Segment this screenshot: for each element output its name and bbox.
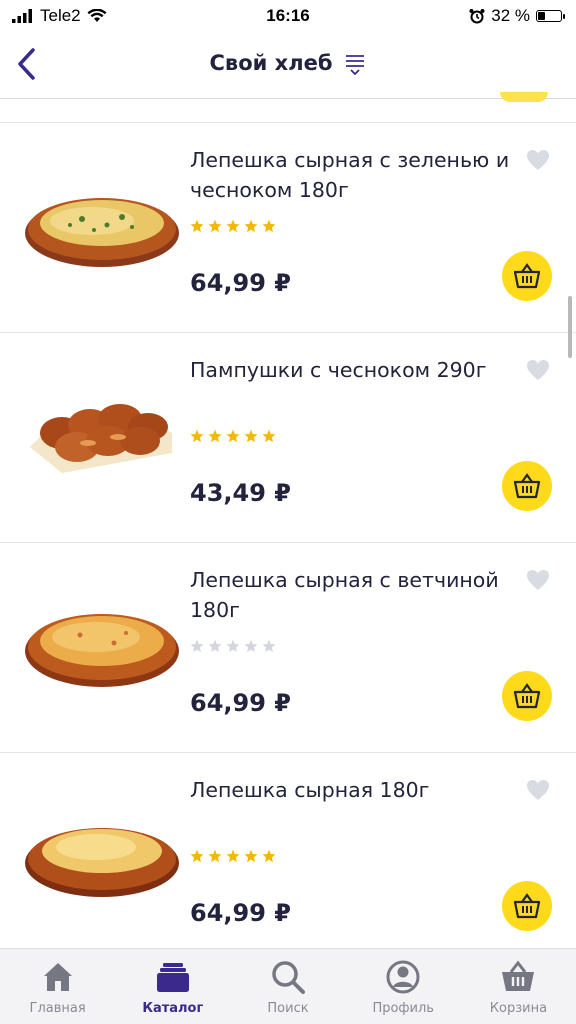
cart-icon: [502, 960, 535, 991]
star-icon: [244, 219, 258, 233]
rating-stars: [190, 429, 276, 443]
tab-bar: Главная Каталог Поиск Профиль Корзина: [0, 948, 576, 1024]
screen: Tele2 16:16 32 % Свой хлеб Лепешка сырна…: [0, 0, 576, 1024]
catalog-icon: [156, 963, 189, 992]
star-icon: [262, 849, 276, 863]
nav-bar: Свой хлеб: [0, 32, 576, 99]
basket-icon: [513, 263, 541, 289]
star-icon: [190, 429, 204, 443]
tab-home[interactable]: Главная: [0, 949, 115, 1024]
star-icon: [208, 429, 222, 443]
heart-icon[interactable]: [526, 359, 550, 381]
profile-icon: [386, 960, 420, 994]
star-icon: [208, 219, 222, 233]
star-icon: [226, 429, 240, 443]
tab-label: Поиск: [267, 1001, 309, 1016]
product-price: 64,99 ₽: [190, 269, 291, 297]
product-title: Лепешка сырная с ветчиной 180г: [190, 568, 499, 622]
home-icon: [43, 963, 72, 991]
scroll-indicator[interactable]: [568, 296, 572, 358]
status-right: 32 %: [469, 6, 565, 26]
tab-cart[interactable]: Корзина: [461, 949, 576, 1024]
tab-label: Профиль: [372, 1001, 434, 1016]
rating-stars: [190, 219, 276, 233]
product-title: Лепешка сырная 180г: [190, 778, 430, 802]
alarm-icon: [469, 9, 485, 24]
add-to-cart-button[interactable]: [502, 671, 552, 721]
rating-stars: [190, 639, 276, 653]
tab-search[interactable]: Поиск: [230, 949, 345, 1024]
basket-icon: [513, 893, 541, 919]
tab-catalog[interactable]: Каталог: [115, 949, 230, 1024]
star-icon: [208, 639, 222, 653]
previous-cart-button-edge: [500, 92, 548, 102]
tab-label: Корзина: [489, 1001, 548, 1016]
product-image-garlic-buns: [30, 404, 172, 473]
tab-label: Каталог: [142, 1001, 204, 1016]
product-image-flatbread-cheese: [25, 828, 179, 897]
battery-icon: [536, 10, 565, 22]
search-icon: [272, 961, 305, 994]
star-icon: [208, 849, 222, 863]
basket-icon: [513, 683, 541, 709]
product-title: Лепешка сырная с зеленью и чесноком 180г: [190, 148, 510, 202]
star-icon: [262, 429, 276, 443]
star-icon: [262, 639, 276, 653]
star-icon: [190, 849, 204, 863]
tab-profile[interactable]: Профиль: [346, 949, 461, 1024]
product-list: Лепешка сырная с зеленью и чесноком 180г…: [0, 122, 576, 982]
star-icon: [226, 639, 240, 653]
heart-icon[interactable]: [526, 779, 550, 801]
star-icon: [244, 849, 258, 863]
add-to-cart-button[interactable]: [502, 251, 552, 301]
basket-icon: [513, 473, 541, 499]
product-price: 64,99 ₽: [190, 689, 291, 717]
product-price: 64,99 ₽: [190, 899, 291, 927]
star-icon: [226, 219, 240, 233]
product-card[interactable]: Лепешка сырная с зеленью и чесноком 180г…: [0, 122, 576, 332]
star-icon: [262, 219, 276, 233]
product-title: Пампушки с чесноком 290г: [190, 358, 487, 382]
star-icon: [190, 639, 204, 653]
heart-icon[interactable]: [526, 149, 550, 171]
star-icon: [226, 849, 240, 863]
star-icon: [190, 219, 204, 233]
product-image-flatbread-herbs: [25, 198, 179, 267]
star-icon: [244, 639, 258, 653]
page-title: Свой хлеб: [209, 51, 333, 75]
product-image-flatbread-ham: [25, 614, 179, 687]
status-bar: Tele2 16:16 32 %: [0, 0, 576, 32]
product-card[interactable]: Лепешка сырная с ветчиной 180г 64,99 ₽: [0, 542, 576, 752]
star-icon: [244, 429, 258, 443]
battery-label: 32 %: [491, 6, 530, 25]
product-card[interactable]: Пампушки с чесноком 290г 43,49 ₽: [0, 332, 576, 542]
rating-stars: [190, 849, 276, 863]
add-to-cart-button[interactable]: [502, 881, 552, 931]
sort-icon[interactable]: [343, 50, 367, 76]
product-price: 43,49 ₽: [190, 479, 291, 507]
nav-title-wrap: Свой хлеб: [0, 50, 576, 76]
heart-icon[interactable]: [526, 569, 550, 591]
tab-label: Главная: [29, 1001, 86, 1016]
add-to-cart-button[interactable]: [502, 461, 552, 511]
